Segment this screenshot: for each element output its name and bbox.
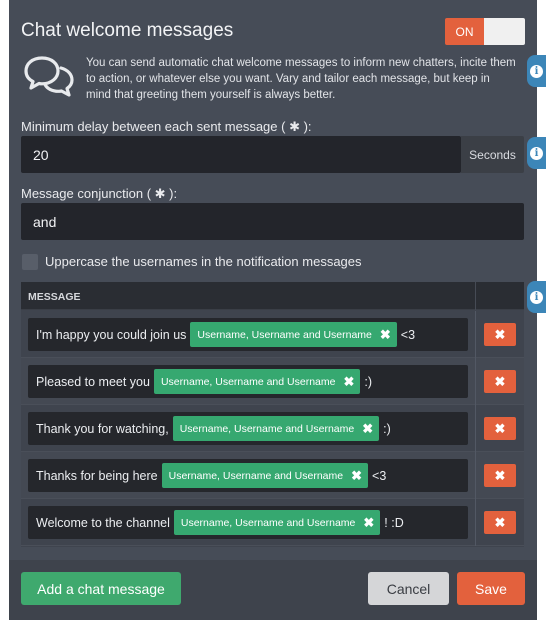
info-tab-delay[interactable]: i <box>527 137 546 169</box>
add-message-button[interactable]: Add a chat message <box>21 572 181 605</box>
delete-message-button[interactable]: ✖ <box>484 417 516 440</box>
message-text-before: I'm happy you could join us <box>36 327 187 342</box>
remove-token-icon[interactable]: ✖ <box>351 468 362 484</box>
save-button[interactable]: Save <box>457 572 525 605</box>
message-text-after: :) <box>364 374 373 389</box>
conjunction-input[interactable]: and <box>21 203 524 240</box>
enabled-toggle[interactable]: ON <box>445 18 525 45</box>
username-token-label: Username, Username and Username <box>197 328 372 341</box>
intro-text: You can send automatic chat welcome mess… <box>86 57 516 101</box>
chat-bubbles-icon <box>24 56 74 97</box>
remove-token-icon[interactable]: ✖ <box>363 515 374 531</box>
table-row: Pleased to meet you Username, Username a… <box>21 358 524 405</box>
panel-title: Chat welcome messages <box>21 20 234 41</box>
toggle-on-label: ON <box>445 18 484 45</box>
table-row: I'm happy you could join us Username, Us… <box>21 311 524 358</box>
delay-label: Minimum delay between each sent message … <box>21 119 312 134</box>
row-divider <box>475 499 476 546</box>
username-token-label: Username, Username and Username <box>168 469 344 482</box>
table-row: Thanks for being here Username, Username… <box>21 452 524 499</box>
delay-input[interactable]: 20 <box>21 136 461 173</box>
message-field[interactable]: Thanks for being here Username, Username… <box>28 459 468 492</box>
row-divider <box>475 452 476 499</box>
username-token: Username, Username and Username ✖ <box>190 322 397 347</box>
remove-token-icon[interactable]: ✖ <box>343 374 354 390</box>
message-text-after: ! :D <box>384 515 404 530</box>
message-text-before: Thanks for being here <box>36 468 158 483</box>
uppercase-checkbox[interactable] <box>22 254 38 270</box>
info-tab-messages[interactable]: i <box>527 281 546 313</box>
message-text-after: <3 <box>400 327 416 342</box>
username-token: Username, Username and Username ✖ <box>172 416 380 441</box>
message-text-after: <3 <box>372 468 387 483</box>
row-divider <box>475 358 476 405</box>
delete-message-button[interactable]: ✖ <box>484 511 516 534</box>
dialog-footer: Add a chat message Cancel Save <box>9 560 537 620</box>
username-token-label: Username, Username and Username <box>180 516 356 529</box>
username-token: Username, Username and Username ✖ <box>153 369 361 394</box>
message-column-header: MESSAGE <box>28 291 81 303</box>
info-icon: i <box>530 64 543 78</box>
delay-unit: Seconds <box>461 136 524 173</box>
username-token: Username, Username and Username ✖ <box>161 463 369 488</box>
delete-message-button[interactable]: ✖ <box>484 323 516 346</box>
remove-token-icon[interactable]: ✖ <box>380 327 391 343</box>
table-row: Welcome to the channel Username, Usernam… <box>21 499 524 546</box>
cancel-button[interactable]: Cancel <box>368 572 449 605</box>
table-row: Thank you for watching, Username, Userna… <box>21 405 524 452</box>
table-header: MESSAGE <box>21 282 524 310</box>
row-divider <box>475 405 476 452</box>
info-tab-intro[interactable]: i <box>527 55 546 87</box>
toggle-knob <box>484 18 525 45</box>
delete-message-button[interactable]: ✖ <box>484 464 516 487</box>
message-field[interactable]: I'm happy you could join us Username, Us… <box>28 318 468 351</box>
row-divider <box>475 311 476 358</box>
username-token-label: Username, Username and Username <box>179 422 355 435</box>
message-text-after: :) <box>383 421 391 436</box>
username-token: Username, Username and Username ✖ <box>173 510 381 535</box>
message-field[interactable]: Pleased to meet you Username, Username a… <box>28 365 468 398</box>
uppercase-label: Uppercase the usernames in the notificat… <box>45 254 362 269</box>
delete-message-button[interactable]: ✖ <box>484 370 516 393</box>
info-icon: i <box>530 290 543 304</box>
username-token-label: Username, Username and Username <box>160 375 336 388</box>
message-text-before: Pleased to meet you <box>36 374 150 389</box>
welcome-messages-panel: Chat welcome messages ON You can send au… <box>9 0 537 620</box>
info-icon: i <box>530 146 543 160</box>
remove-token-icon[interactable]: ✖ <box>362 421 373 437</box>
message-field[interactable]: Welcome to the channel Username, Usernam… <box>28 506 468 539</box>
message-text-before: Welcome to the channel <box>36 515 170 530</box>
header-divider <box>475 282 476 310</box>
message-text-before: Thank you for watching, <box>36 421 169 436</box>
conjunction-label: Message conjunction ( ✱ ): <box>21 186 178 201</box>
messages-table: MESSAGE I'm happy you could join us User… <box>21 282 524 547</box>
message-field[interactable]: Thank you for watching, Username, Userna… <box>28 412 468 445</box>
